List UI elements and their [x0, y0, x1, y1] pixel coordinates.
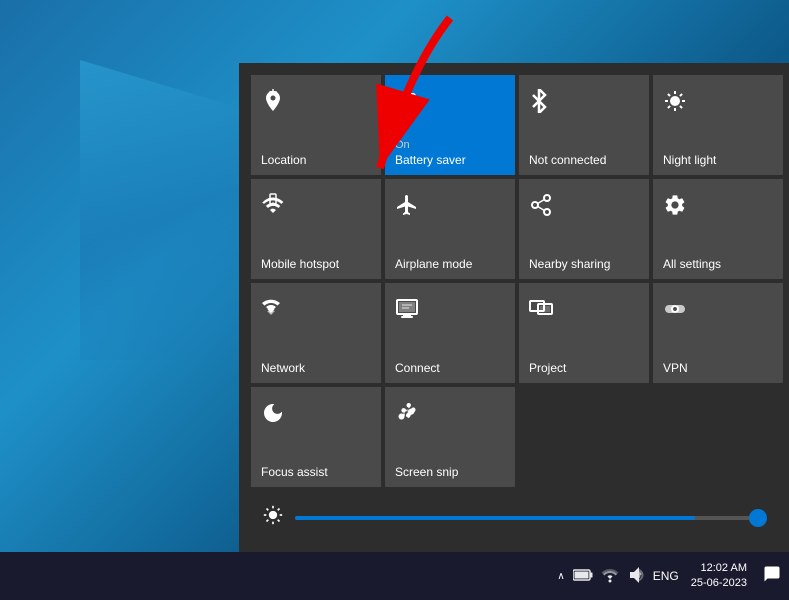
- tile-battery-saver[interactable]: On Battery saver: [385, 75, 515, 175]
- tile-screen-snip[interactable]: Screen snip: [385, 387, 515, 487]
- tile-night-light-label: Night light: [663, 153, 716, 167]
- tile-bluetooth[interactable]: Not connected: [519, 75, 649, 175]
- notification-center-button[interactable]: [759, 561, 785, 592]
- brightness-icon: [263, 505, 283, 530]
- tile-connect-label: Connect: [395, 361, 440, 375]
- tray-date-value: 25-06-2023: [691, 576, 747, 591]
- brightness-control: [247, 491, 781, 544]
- brightness-slider-track[interactable]: [295, 516, 765, 520]
- night-light-icon: [663, 89, 687, 119]
- tile-project[interactable]: Project: [519, 283, 649, 383]
- connect-icon: [395, 297, 419, 327]
- all-settings-icon: [663, 193, 687, 223]
- bluetooth-icon: [529, 89, 549, 119]
- tray-clock[interactable]: 12:02 AM 25-06-2023: [685, 561, 753, 592]
- battery-tray-icon[interactable]: [573, 568, 593, 585]
- language-indicator[interactable]: ENG: [653, 569, 679, 583]
- project-icon: [529, 297, 553, 327]
- tile-snip-label: Screen snip: [395, 465, 458, 479]
- nearby-sharing-icon: [529, 193, 553, 223]
- tile-vpn[interactable]: VPN: [653, 283, 783, 383]
- tile-hotspot-label: Mobile hotspot: [261, 257, 339, 271]
- tile-vpn-label: VPN: [663, 361, 688, 375]
- tile-focus-assist[interactable]: Focus assist: [251, 387, 381, 487]
- tile-network-label: Network: [261, 361, 305, 375]
- tile-network[interactable]: Network: [251, 283, 381, 383]
- quick-tiles-grid: Location On Battery saver Not connected: [247, 71, 781, 491]
- brightness-slider-thumb[interactable]: [749, 509, 767, 527]
- location-icon: [261, 89, 285, 119]
- tile-battery-label: Battery saver: [395, 153, 466, 167]
- tile-airplane[interactable]: Airplane mode: [385, 179, 515, 279]
- tile-empty-2: [653, 387, 783, 487]
- wifi-tray-icon[interactable]: [601, 567, 619, 586]
- tile-location-label: Location: [261, 153, 306, 167]
- brightness-slider-fill: [295, 516, 695, 520]
- tile-location[interactable]: Location: [251, 75, 381, 175]
- tile-battery-sublabel: On: [395, 139, 410, 151]
- system-tray-expand[interactable]: ∧: [557, 571, 564, 582]
- mobile-hotspot-icon: [261, 193, 285, 223]
- tile-nearby-sharing[interactable]: Nearby sharing: [519, 179, 649, 279]
- tile-settings-label: All settings: [663, 257, 721, 271]
- tile-bluetooth-label: Not connected: [529, 153, 606, 167]
- volume-tray-icon[interactable]: [627, 567, 645, 586]
- airplane-icon: [395, 193, 419, 223]
- tile-connect[interactable]: Connect: [385, 283, 515, 383]
- tile-airplane-label: Airplane mode: [395, 257, 472, 271]
- tile-night-light[interactable]: Night light: [653, 75, 783, 175]
- taskbar-right: ∧: [557, 561, 789, 592]
- tile-focus-label: Focus assist: [261, 465, 328, 479]
- tile-nearby-label: Nearby sharing: [529, 257, 610, 271]
- system-tray: ∧: [557, 567, 678, 586]
- battery-saver-icon: [395, 89, 419, 115]
- tile-project-label: Project: [529, 361, 566, 375]
- taskbar: ∧: [0, 552, 789, 600]
- focus-assist-icon: [261, 401, 285, 431]
- tile-empty-1: [519, 387, 649, 487]
- tray-time-value: 12:02 AM: [691, 561, 747, 576]
- screen-snip-icon: [395, 401, 419, 431]
- vpn-icon: [663, 297, 687, 327]
- tile-mobile-hotspot[interactable]: Mobile hotspot: [251, 179, 381, 279]
- network-icon: [261, 297, 285, 327]
- tile-all-settings[interactable]: All settings: [653, 179, 783, 279]
- action-center-panel: Location On Battery saver Not connected: [239, 63, 789, 552]
